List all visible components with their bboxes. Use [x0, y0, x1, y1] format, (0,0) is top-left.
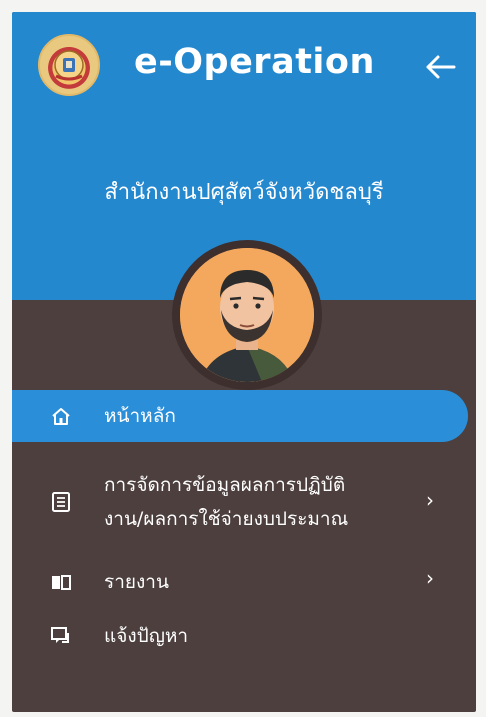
chat-icon	[50, 625, 72, 647]
menu-item-label: หน้าหลัก	[104, 405, 176, 427]
list-icon	[50, 491, 72, 513]
menu-item-report-problem[interactable]: แจ้งปัญหา	[12, 614, 476, 658]
navigation-drawer: e-Operation สำนักงานปศุสัตว์จังหวัดชลบุร…	[12, 12, 476, 712]
emblem-icon	[54, 50, 84, 81]
menu-item-label-line1: การจัดการข้อมูลผลการปฏิบัติ	[104, 474, 346, 496]
chevron-right-icon: ›	[426, 566, 434, 590]
organization-name: สำนักงานปศุสัตว์จังหวัดชลบุรี	[104, 180, 384, 205]
book-icon	[50, 571, 72, 593]
app-title: e-Operation	[134, 42, 375, 82]
menu-item-label-line2: งาน/ผลการใช้จ่ายงบประมาณ	[104, 508, 349, 530]
department-logo	[38, 34, 100, 96]
menu-item-label: แจ้งปัญหา	[104, 625, 189, 647]
menu-item-label: รายงาน	[104, 571, 169, 593]
menu-item-performance-budget[interactable]: การจัดการข้อมูลผลการปฏิบัติ งาน/ผลการใช้…	[12, 464, 476, 540]
home-icon	[50, 405, 72, 427]
menu-item-home[interactable]: หน้าหลัก	[12, 390, 468, 442]
menu-item-report[interactable]: รายงาน ›	[12, 560, 476, 604]
back-arrow-icon[interactable]	[422, 52, 458, 82]
user-avatar[interactable]	[180, 248, 314, 382]
chevron-right-icon: ›	[426, 488, 434, 512]
